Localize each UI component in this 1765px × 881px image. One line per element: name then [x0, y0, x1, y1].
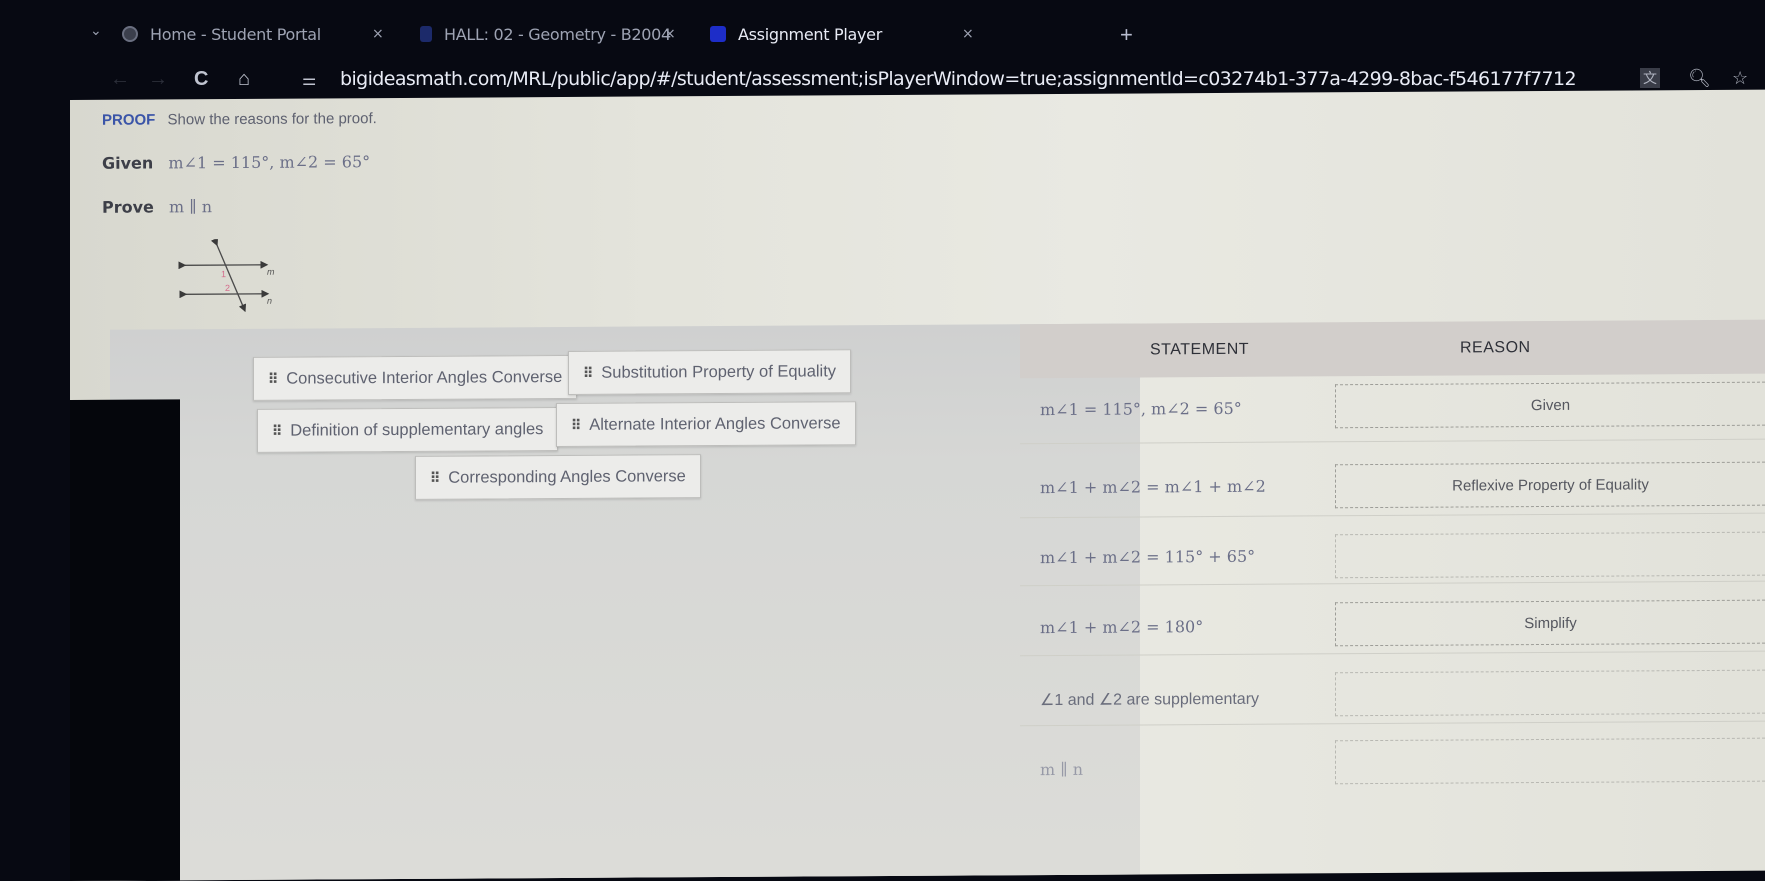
angle-1-label: 1 — [221, 269, 226, 279]
table-header: STATEMENT REASON — [1020, 319, 1765, 379]
zoom-icon[interactable]: 🔍︎ — [1688, 68, 1711, 89]
chip-label: Definition of supplementary angles — [290, 419, 544, 440]
reason-dropzone[interactable]: Given — [1335, 381, 1765, 429]
reason-value: Given — [1530, 396, 1571, 414]
answer-bank: ⠿ Consecutive Interior Angles Converse ⠿… — [110, 323, 1140, 881]
tab-title: Home - Student Portal — [150, 24, 321, 44]
reload-icon[interactable]: C — [194, 68, 208, 91]
table-row: m ∥ n — [1020, 726, 1765, 797]
tab-geometry-class[interactable]: HALL: 02 - Geometry - B2004 × — [420, 20, 700, 48]
site-info-icon[interactable]: ⚌ — [302, 70, 316, 90]
drag-handle-icon: ⠿ — [571, 416, 581, 433]
parallel-lines-diagram: 1 2 m n — [178, 238, 275, 313]
prove-label: Prove — [102, 197, 154, 217]
translate-icon[interactable]: 文 — [1640, 68, 1660, 88]
table-row: m∠1 + m∠2 = 115° + 65° — [1020, 515, 1765, 587]
prove-math: m ∥ n — [168, 197, 213, 217]
table-row: ∠1 and ∠2 are supplementary — [1020, 655, 1765, 727]
forward-icon[interactable]: → — [148, 68, 168, 91]
tab-list-chevron-icon[interactable]: ⌄ — [90, 22, 102, 39]
given-label: Given — [102, 153, 154, 173]
drag-handle-icon: ⠿ — [583, 364, 593, 381]
drag-handle-icon: ⠿ — [430, 469, 440, 486]
table-row: m∠1 = 115°, m∠2 = 65° Given — [1020, 373, 1765, 445]
close-tab-icon[interactable]: × — [962, 26, 974, 42]
globe-icon — [122, 26, 138, 42]
statement-cell: m∠1 + m∠2 = 115° + 65° — [1040, 546, 1256, 568]
reason-dropzone[interactable] — [1335, 531, 1765, 579]
new-tab-button[interactable]: + — [1120, 22, 1133, 48]
tab-strip: ⌄ Home - Student Portal × HALL: 02 - Geo… — [90, 14, 1765, 54]
answer-chip[interactable]: ⠿ Consecutive Interior Angles Converse — [253, 354, 578, 401]
url-field[interactable]: bigideasmath.com/MRL/public/app/#/studen… — [340, 68, 1577, 90]
assignment-page: PROOF Show the reasons for the proof. Gi… — [70, 89, 1765, 881]
home-icon[interactable]: ⌂ — [238, 68, 250, 91]
monitor-bezel-shadow — [70, 399, 180, 881]
statement-cell: m∠1 + m∠2 = m∠1 + m∠2 — [1040, 476, 1266, 498]
chip-label: Substitution Property of Equality — [601, 361, 837, 382]
reason-dropzone[interactable]: Simplify — [1335, 599, 1765, 647]
statement-header: STATEMENT — [1150, 340, 1250, 359]
bookmark-star-icon[interactable]: ☆ — [1732, 68, 1748, 89]
drag-handle-icon: ⠿ — [272, 422, 282, 439]
table-row: m∠1 + m∠2 = m∠1 + m∠2 Reflexive Property… — [1020, 443, 1765, 519]
reason-dropzone[interactable] — [1335, 737, 1765, 785]
tab-home-student-portal[interactable]: Home - Student Portal × — [122, 20, 402, 48]
tab-assignment-player[interactable]: Assignment Player × — [710, 20, 980, 48]
answer-chip[interactable]: ⠿ Substitution Property of Equality — [568, 349, 852, 395]
screen: ⌄ Home - Student Portal × HALL: 02 - Geo… — [0, 0, 1765, 881]
shield-icon — [420, 26, 432, 42]
back-icon[interactable]: ← — [110, 68, 130, 91]
line-n-label: n — [267, 296, 272, 306]
given-statement: Given m∠1 = 115°, m∠2 = 65° — [102, 152, 370, 173]
reason-header: REASON — [1460, 339, 1531, 357]
answer-chip[interactable]: ⠿ Definition of supplementary angles — [257, 407, 559, 453]
tab-title: HALL: 02 - Geometry - B2004 — [444, 24, 671, 44]
prove-statement: Prove m ∥ n — [102, 197, 212, 217]
answer-chip[interactable]: ⠿ Corresponding Angles Converse — [415, 454, 701, 500]
given-math: m∠1 = 115°, m∠2 = 65° — [168, 152, 371, 173]
statement-cell: m ∥ n — [1040, 759, 1084, 780]
line-m-label: m — [267, 267, 275, 277]
chip-label: Consecutive Interior Angles Converse — [286, 367, 563, 388]
reason-value: Simplify — [1524, 614, 1577, 632]
reason-dropzone[interactable] — [1335, 669, 1765, 717]
statement-cell: ∠1 and ∠2 are supplementary — [1040, 690, 1260, 710]
drag-handle-icon: ⠿ — [268, 370, 278, 387]
b-logo-icon — [710, 26, 726, 42]
chip-label: Corresponding Angles Converse — [448, 466, 686, 487]
reason-value: Reflexive Property of Equality — [1452, 475, 1649, 495]
instruction-text: Show the reasons for the proof. — [167, 110, 377, 129]
tab-title: Assignment Player — [738, 24, 882, 44]
table-row: m∠1 + m∠2 = 180° Simplify — [1020, 585, 1765, 657]
chip-label: Alternate Interior Angles Converse — [589, 413, 841, 434]
statement-cell: m∠1 = 115°, m∠2 = 65° — [1040, 398, 1242, 420]
proof-table: STATEMENT REASON m∠1 = 115°, m∠2 = 65° G… — [1020, 319, 1765, 876]
statement-cell: m∠1 + m∠2 = 180° — [1040, 617, 1204, 638]
angle-2-label: 2 — [225, 283, 230, 293]
close-tab-icon[interactable]: × — [664, 26, 676, 42]
answer-chip[interactable]: ⠿ Alternate Interior Angles Converse — [556, 401, 856, 448]
reason-dropzone[interactable]: Reflexive Property of Equality — [1335, 461, 1765, 509]
problem-instruction: PROOF Show the reasons for the proof. — [102, 110, 377, 129]
close-tab-icon[interactable]: × — [372, 26, 384, 42]
line-n — [179, 289, 270, 299]
proof-keyword: PROOF — [102, 111, 156, 129]
